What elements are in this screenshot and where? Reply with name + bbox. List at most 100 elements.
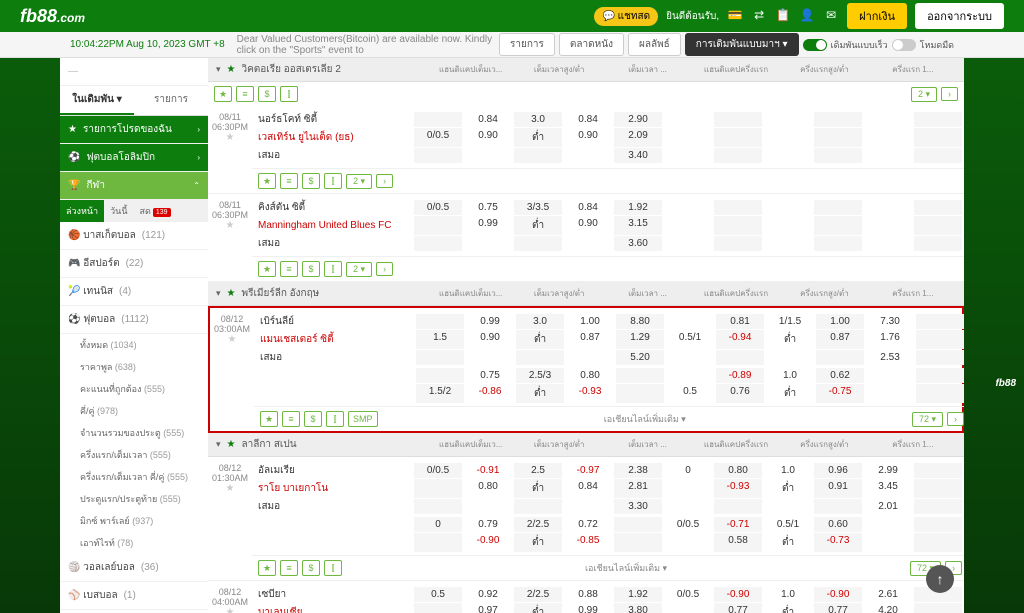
odds-cell[interactable]: 0.79	[464, 517, 512, 532]
odds-cell[interactable]	[864, 200, 912, 215]
odds-cell[interactable]: 0/0.5	[664, 517, 712, 532]
market-count-pill[interactable]: 2 ▾	[911, 87, 937, 102]
odds-cell[interactable]	[914, 112, 962, 127]
odds-cell[interactable]: 1.92	[614, 587, 662, 602]
odds-cell[interactable]	[664, 200, 712, 215]
odds-cell[interactable]	[414, 148, 462, 163]
odds-cell[interactable]	[514, 148, 562, 163]
deposit-button[interactable]: ฝากเงิน	[847, 3, 907, 29]
cash-button[interactable]: $	[258, 86, 276, 102]
odds-cell[interactable]	[414, 236, 462, 251]
odds-cell[interactable]: ต่ำ	[514, 603, 562, 613]
odds-cell[interactable]: 0.90	[464, 128, 512, 147]
odds-cell[interactable]: 1.5/2	[416, 384, 464, 403]
odds-cell[interactable]	[714, 128, 762, 147]
stats-button[interactable]: ≡	[280, 173, 298, 189]
odds-cell[interactable]: 0	[414, 517, 462, 532]
odds-cell[interactable]: ต่ำ	[764, 533, 812, 552]
odds-cell[interactable]: 0	[664, 463, 712, 478]
league-header[interactable]: ▾ ★ พรีเมียร์ลีก อังกฤษแฮนดิแคปเต็มเว...…	[208, 282, 964, 306]
star-icon[interactable]: ★	[227, 439, 236, 450]
odds-cell[interactable]	[664, 112, 712, 127]
odds-cell[interactable]: 1.0	[766, 368, 814, 383]
odds-cell[interactable]: 0.84	[464, 112, 512, 127]
odds-cell[interactable]: 2.5	[514, 463, 562, 478]
odds-cell[interactable]	[566, 350, 614, 365]
odds-cell[interactable]	[864, 216, 912, 235]
odds-cell[interactable]	[564, 148, 612, 163]
odds-cell[interactable]: -0.86	[466, 384, 514, 403]
odds-cell[interactable]: 1.92	[614, 200, 662, 215]
odds-cell[interactable]	[916, 330, 964, 349]
odds-cell[interactable]	[666, 314, 714, 329]
sport-item[interactable]: ⚽ ฟุตบอล (1112)	[60, 306, 208, 334]
odds-cell[interactable]	[414, 499, 462, 514]
odds-cell[interactable]	[914, 463, 962, 478]
odds-cell[interactable]: 0.62	[816, 368, 864, 383]
fav-button[interactable]: ★	[260, 411, 278, 427]
odds-cell[interactable]: 3.45	[864, 479, 912, 498]
odds-cell[interactable]: 0.87	[816, 330, 864, 349]
sport-sub-item[interactable]: มิกซ์ พาร์เลย์ (937)	[60, 510, 208, 532]
odds-cell[interactable]: 2.61	[864, 587, 912, 602]
odds-cell[interactable]	[664, 148, 712, 163]
odds-cell[interactable]: 0.5	[414, 587, 462, 602]
odds-cell[interactable]: 3.30	[614, 499, 662, 514]
odds-cell[interactable]: 1.5	[416, 330, 464, 349]
odds-cell[interactable]: 2.38	[614, 463, 662, 478]
odds-cell[interactable]: -0.97	[564, 463, 612, 478]
odds-cell[interactable]: 0.77	[714, 603, 762, 613]
odds-cell[interactable]: ต่ำ	[516, 330, 564, 349]
odds-cell[interactable]	[614, 533, 662, 552]
odds-cell[interactable]: 0.80	[464, 479, 512, 498]
chart-button[interactable]: ⫿	[324, 560, 342, 576]
odds-cell[interactable]	[914, 517, 962, 532]
sport-sub-item[interactable]: ราคาพูล (638)	[60, 356, 208, 378]
odds-cell[interactable]	[914, 236, 962, 251]
odds-cell[interactable]	[814, 499, 862, 514]
star-icon[interactable]: ★	[228, 334, 237, 345]
expand-button[interactable]: ›	[376, 262, 393, 276]
odds-cell[interactable]: 1.0	[764, 463, 812, 478]
cash-button[interactable]: $	[302, 261, 320, 277]
odds-cell[interactable]	[914, 128, 962, 147]
time-tab-today[interactable]: วันนี้	[104, 200, 133, 222]
chart-button[interactable]: ⫿	[324, 261, 342, 277]
sport-sub-item[interactable]: ทั้งหมด (1034)	[60, 334, 208, 356]
odds-cell[interactable]	[814, 216, 862, 235]
odds-cell[interactable]	[714, 499, 762, 514]
odds-cell[interactable]	[464, 236, 512, 251]
sport-item[interactable]: 🎾 เทนนิส (4)	[60, 278, 208, 306]
odds-cell[interactable]: 0.80	[566, 368, 614, 383]
odds-cell[interactable]: -0.93	[714, 479, 762, 498]
tab-market[interactable]: ตลาดหนัง	[559, 33, 624, 56]
odds-cell[interactable]	[514, 499, 562, 514]
odds-cell[interactable]: 0.77	[814, 603, 862, 613]
odds-cell[interactable]: 0.84	[564, 200, 612, 215]
odds-cell[interactable]	[916, 368, 964, 383]
sport-item[interactable]: 🏀 บาสเก็ตบอล (121)	[60, 222, 208, 250]
odds-cell[interactable]: 1.00	[816, 314, 864, 329]
sidebar-favorites[interactable]: ★ รายการโปรดของฉัน›	[60, 116, 208, 144]
odds-cell[interactable]: 0.84	[564, 112, 612, 127]
sport-sub-item[interactable]: ครึ่งแรก/เต็มเวลา (555)	[60, 444, 208, 466]
tab-list[interactable]: รายการ	[499, 33, 555, 56]
odds-cell[interactable]	[616, 384, 664, 403]
odds-cell[interactable]	[864, 236, 912, 251]
odds-cell[interactable]: 0.96	[814, 463, 862, 478]
sidebar-tab-list[interactable]: รายการ	[134, 86, 208, 115]
sidebar-tab-bets[interactable]: ในเดิมพัน ▾	[60, 86, 134, 115]
sidebar-olympics[interactable]: ⚽ ฟุตบอลโอลิมปิก›	[60, 144, 208, 172]
odds-cell[interactable]	[866, 384, 914, 403]
star-icon[interactable]: ★	[227, 64, 236, 75]
odds-cell[interactable]	[714, 112, 762, 127]
mail-icon[interactable]: ✉	[823, 8, 839, 24]
odds-cell[interactable]: 8.80	[616, 314, 664, 329]
star-icon[interactable]: ★	[226, 607, 235, 613]
odds-cell[interactable]: 3.0	[514, 112, 562, 127]
odds-cell[interactable]: 3.60	[614, 236, 662, 251]
odds-cell[interactable]	[716, 350, 764, 365]
sport-sub-item[interactable]: คี่/คู่ (978)	[60, 400, 208, 422]
fav-button[interactable]: ★	[214, 86, 232, 102]
odds-cell[interactable]	[516, 350, 564, 365]
